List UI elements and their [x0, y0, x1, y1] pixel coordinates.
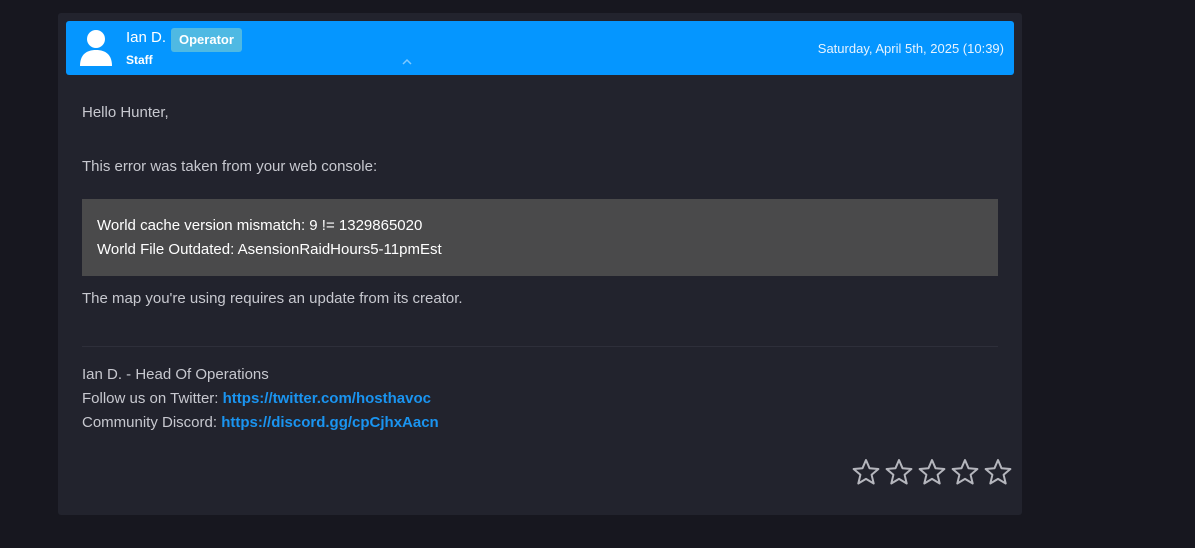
twitter-label: Follow us on Twitter:: [82, 390, 223, 407]
twitter-link[interactable]: https://twitter.com/hosthavoc: [223, 390, 431, 407]
star-outline-icon[interactable]: [885, 458, 913, 486]
signature-twitter: Follow us on Twitter: https://twitter.co…: [82, 390, 431, 407]
message-greeting: Hello Hunter,: [82, 104, 169, 121]
signature-title: Ian D. - Head Of Operations: [82, 366, 269, 383]
signature-discord: Community Discord: https://discord.gg/cp…: [82, 414, 439, 431]
reply-header: Ian D. Operator Staff Saturday, April 5t…: [66, 21, 1014, 75]
console-error-block: World cache version mismatch: 9 != 13298…: [82, 199, 998, 276]
reply-date: Saturday, April 5th, 2025 (10:39): [817, 41, 1004, 56]
star-outline-icon[interactable]: [852, 458, 880, 486]
user-avatar-icon: [80, 30, 112, 66]
discord-label: Community Discord:: [82, 414, 222, 431]
role-badge: Operator: [171, 28, 242, 52]
star-outline-icon[interactable]: [918, 458, 946, 486]
chevron-up-icon[interactable]: [400, 57, 414, 67]
author-name: Ian D.: [126, 29, 167, 46]
reply-rating: [852, 458, 1012, 488]
star-outline-icon[interactable]: [984, 458, 1012, 486]
star-outline-icon[interactable]: [951, 458, 979, 486]
ticket-reply-card: Ian D. Operator Staff Saturday, April 5t…: [58, 13, 1022, 515]
signature-divider: [82, 346, 998, 347]
message-intro: This error was taken from your web conso…: [82, 158, 378, 175]
message-outro: The map you're using requires an update …: [82, 290, 463, 307]
author-role: Staff: [126, 53, 153, 67]
console-error-line: World File Outdated: AsensionRaidHours5-…: [97, 241, 442, 258]
console-error-line: World cache version mismatch: 9 != 13298…: [97, 217, 423, 234]
discord-link[interactable]: https://discord.gg/cpCjhxAacn: [221, 414, 439, 431]
